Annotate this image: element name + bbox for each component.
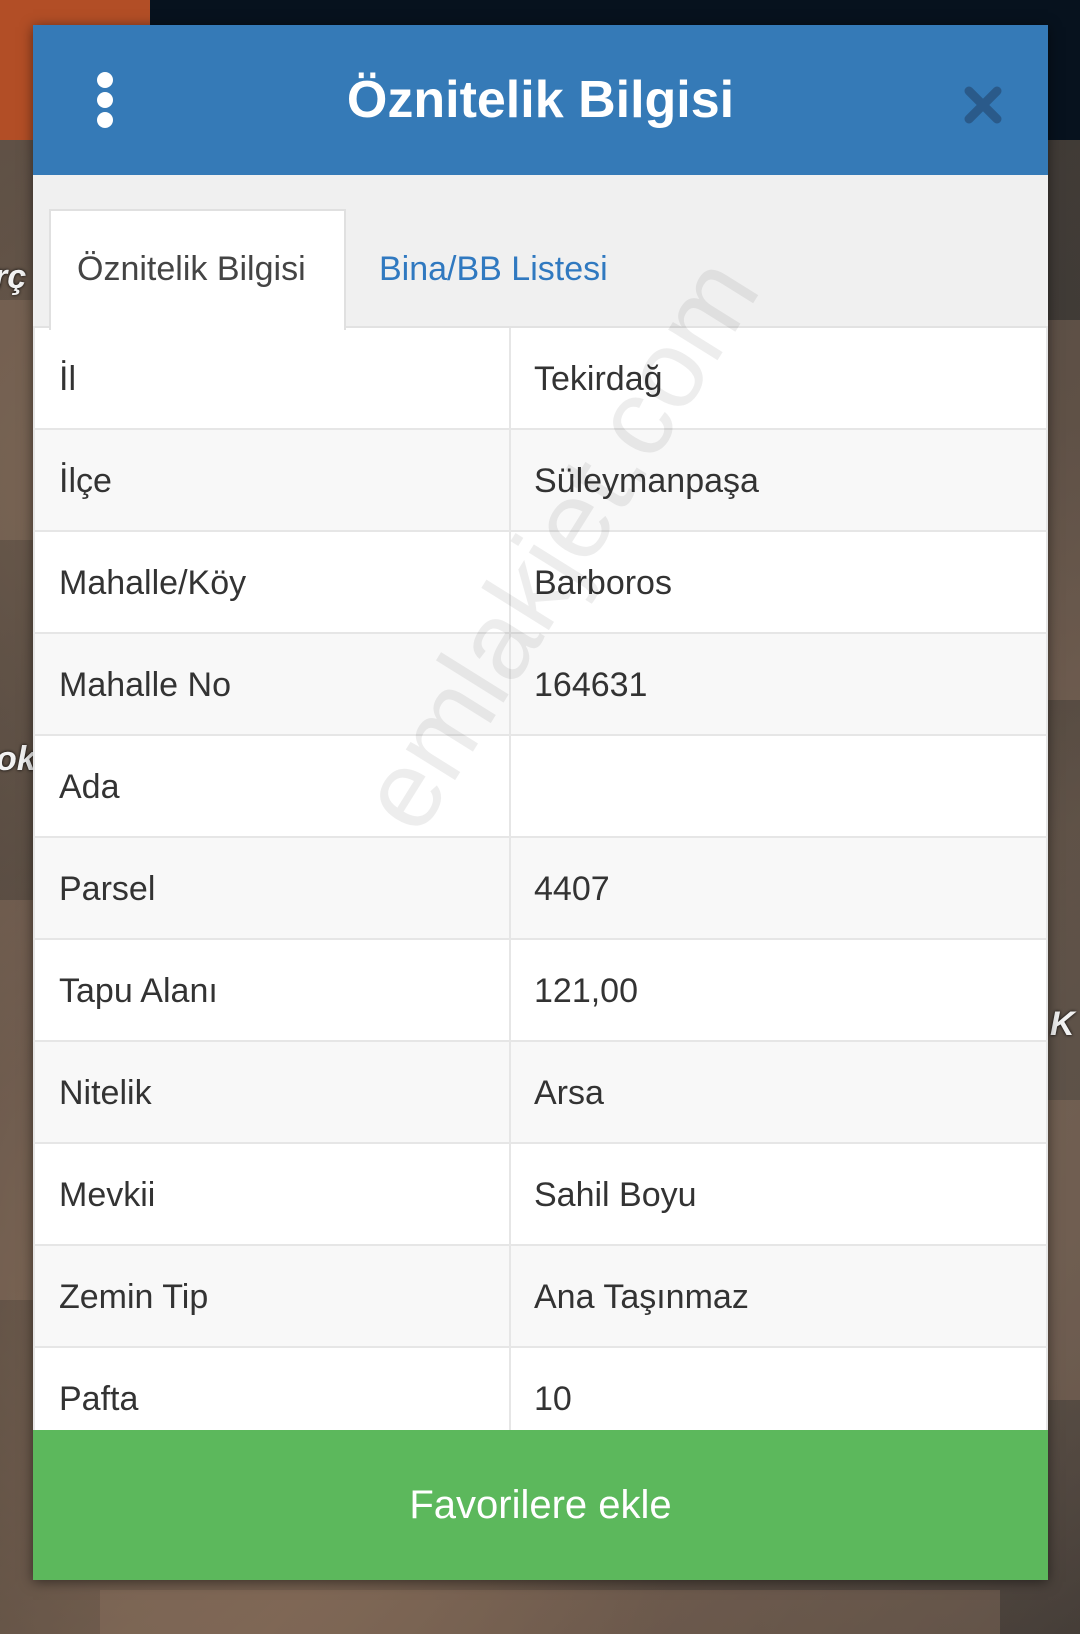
close-icon[interactable] bbox=[963, 85, 1003, 125]
attribute-value: 4407 bbox=[534, 870, 610, 908]
attribute-value: 121,00 bbox=[534, 972, 638, 1010]
table-row: Mahalle/Köy Barboros bbox=[33, 532, 1048, 634]
attribute-value: 164631 bbox=[534, 666, 648, 704]
dialog-title: Öznitelik Bilgisi bbox=[346, 71, 735, 129]
map-street-label: K bbox=[1050, 1005, 1075, 1043]
map-street-label: rç bbox=[0, 258, 27, 296]
map-street-label: ok bbox=[0, 740, 36, 778]
tab-attribute-info[interactable]: Öznitelik Bilgisi bbox=[49, 209, 346, 330]
add-to-favorites-button[interactable]: Favorilere ekle bbox=[33, 1430, 1048, 1580]
table-row: Nitelik Arsa bbox=[33, 1042, 1048, 1144]
tab-building-list[interactable]: Bina/BB Listesi bbox=[353, 211, 634, 328]
table-row: Tapu Alanı 121,00 bbox=[33, 940, 1048, 1042]
attribute-label: Nitelik bbox=[59, 1074, 152, 1112]
table-row: İl Tekirdağ bbox=[33, 328, 1048, 430]
attribute-label: Ada bbox=[59, 768, 120, 806]
attribute-value: Tekirdağ bbox=[534, 360, 663, 398]
attribute-value: Arsa bbox=[534, 1074, 604, 1112]
attribute-label: Mahalle No bbox=[59, 666, 231, 704]
table-row: İlçe Süleymanpaşa bbox=[33, 430, 1048, 532]
table-row: Mahalle No 164631 bbox=[33, 634, 1048, 736]
table-row: Zemin Tip Ana Taşınmaz bbox=[33, 1246, 1048, 1348]
attribute-label: İl bbox=[59, 360, 76, 398]
attribute-value: Ana Taşınmaz bbox=[534, 1278, 749, 1316]
attribute-label: Parsel bbox=[59, 870, 156, 908]
attribute-label: Mahalle/Köy bbox=[59, 564, 247, 602]
dialog-header: Öznitelik Bilgisi bbox=[33, 25, 1048, 175]
attribute-label: Tapu Alanı bbox=[59, 972, 218, 1010]
attribute-info-dialog: Öznitelik Bilgisi Öznitelik Bilgisi Bina… bbox=[33, 25, 1048, 1580]
tab-bar: Öznitelik Bilgisi Bina/BB Listesi bbox=[33, 175, 1048, 330]
attribute-value: Barboros bbox=[534, 564, 672, 602]
table-row: Parsel 4407 bbox=[33, 838, 1048, 940]
attribute-value: Sahil Boyu bbox=[534, 1176, 697, 1214]
table-row: Ada bbox=[33, 736, 1048, 838]
attribute-label: Mevkii bbox=[59, 1176, 156, 1214]
table-row: Mevkii Sahil Boyu bbox=[33, 1144, 1048, 1246]
attribute-label: İlçe bbox=[59, 462, 112, 500]
attribute-value: Süleymanpaşa bbox=[534, 462, 759, 500]
attribute-label: Zemin Tip bbox=[59, 1278, 209, 1316]
